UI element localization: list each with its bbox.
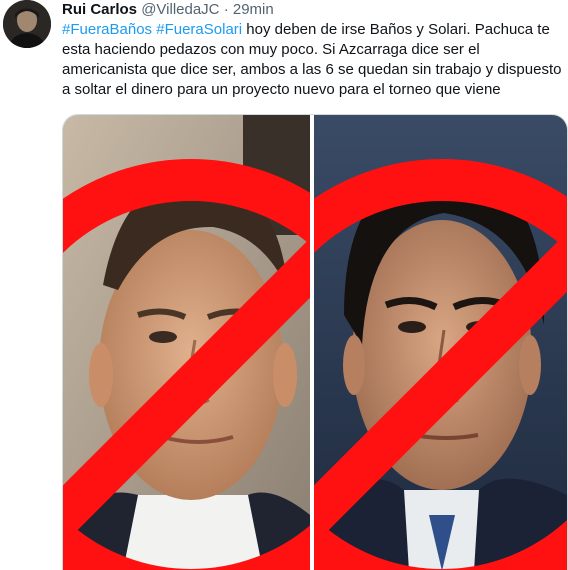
- tweet-media[interactable]: [62, 114, 568, 570]
- media-photo-1[interactable]: [63, 115, 310, 570]
- tweet-header: Rui Carlos @VilledaJC · 29min: [62, 0, 274, 20]
- author-name[interactable]: Rui Carlos: [62, 1, 137, 18]
- header-separator: ·: [223, 1, 229, 18]
- hashtag-fuera-solari[interactable]: #FueraSolari: [156, 21, 242, 38]
- author-handle[interactable]: @VilledaJC: [141, 1, 219, 18]
- tweet-text: #FueraBaños #FueraSolari hoy deben de ir…: [62, 20, 562, 100]
- tweet[interactable]: Rui Carlos @VilledaJC · 29min #FueraBaño…: [0, 0, 568, 570]
- photo-1-image: [63, 115, 310, 570]
- tweet-timestamp[interactable]: 29min: [233, 1, 274, 18]
- avatar-image: [3, 0, 51, 48]
- hashtag-fuera-banos[interactable]: #FueraBaños: [62, 21, 152, 38]
- photo-2-image: [314, 115, 567, 570]
- media-photo-2[interactable]: [314, 115, 567, 570]
- author-avatar[interactable]: [3, 0, 51, 48]
